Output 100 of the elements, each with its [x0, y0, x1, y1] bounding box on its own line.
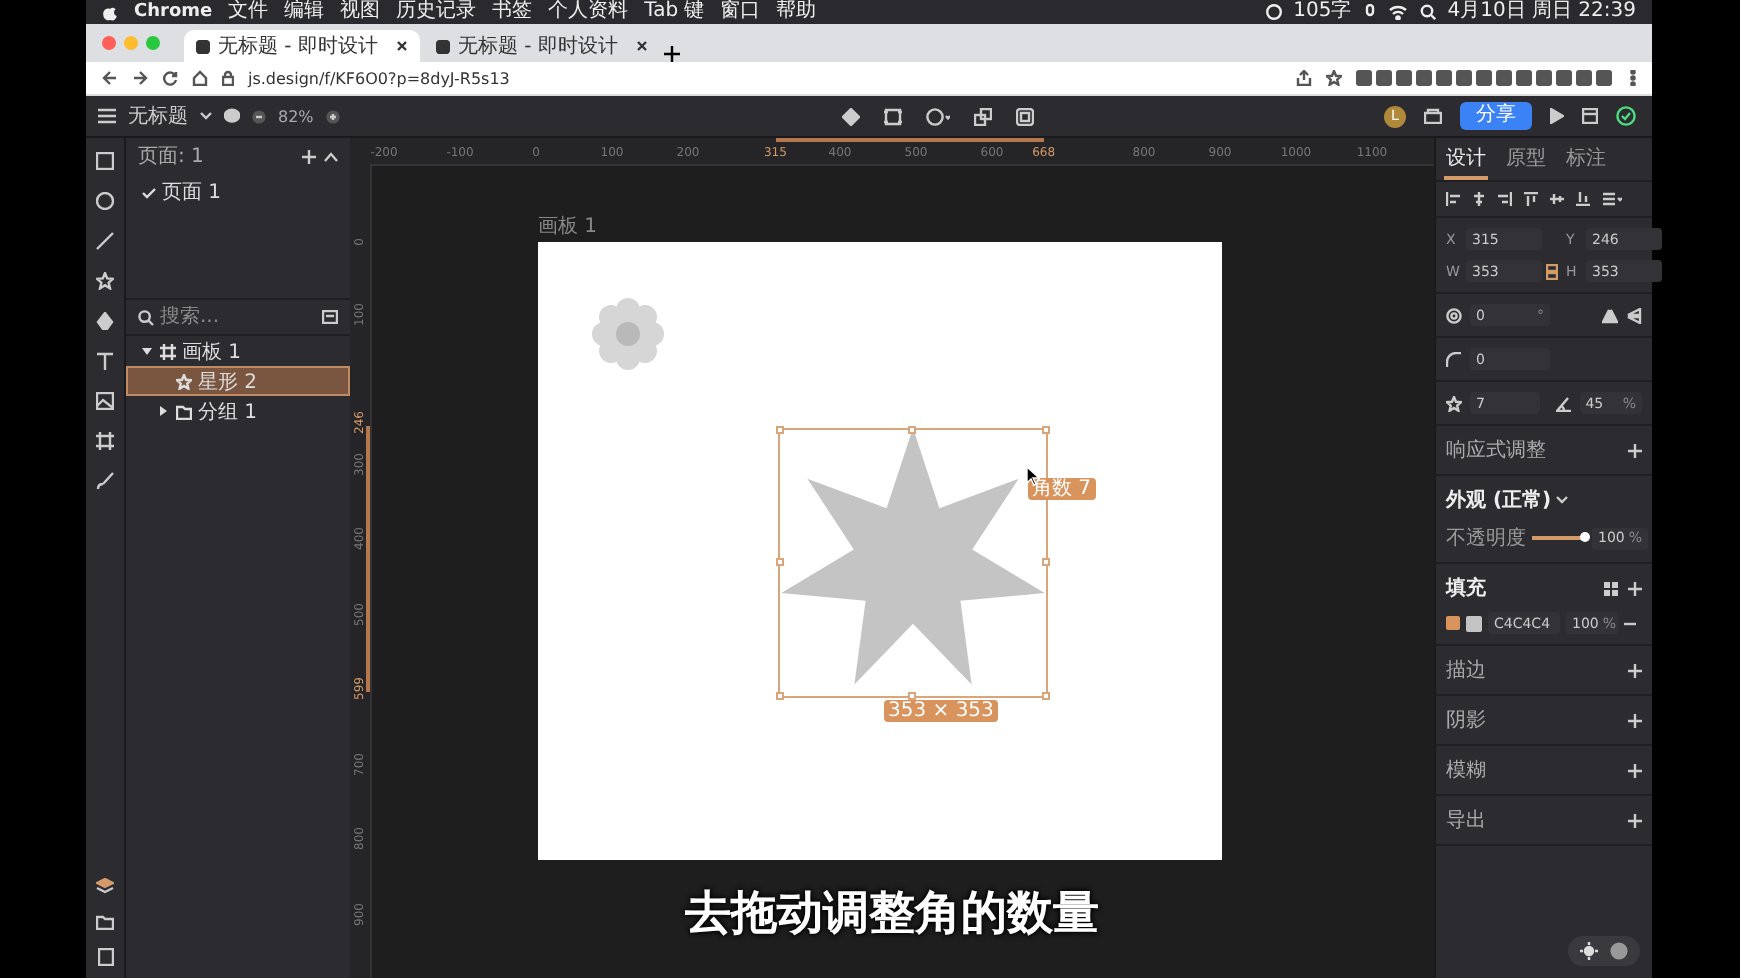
- align-bottom-icon[interactable]: [1576, 192, 1590, 206]
- section-title: 导出: [1446, 807, 1488, 834]
- flip-horizontal-icon[interactable]: [1602, 307, 1618, 323]
- add-page-icon[interactable]: [302, 149, 316, 163]
- layers-icon[interactable]: [96, 878, 114, 896]
- book-icon[interactable]: [97, 948, 113, 966]
- menu-item[interactable]: 帮助: [776, 0, 817, 24]
- video-subtitle: 去拖动调整角的数量: [685, 886, 1099, 944]
- share-page-icon[interactable]: [1296, 70, 1312, 86]
- chevron-down-icon[interactable]: [200, 112, 212, 120]
- component-icon[interactable]: [841, 107, 859, 125]
- plus-icon[interactable]: [1628, 763, 1642, 777]
- inspector-tab[interactable]: 设计: [1444, 142, 1488, 180]
- microphone-icon[interactable]: [1363, 4, 1376, 20]
- align-middle-icon[interactable]: [1550, 192, 1564, 206]
- menu-item[interactable]: 编辑: [284, 0, 325, 24]
- close-icon[interactable]: [396, 40, 408, 52]
- play-icon[interactable]: [1550, 108, 1564, 124]
- comment-icon[interactable]: [224, 108, 240, 124]
- apple-icon[interactable]: [102, 3, 118, 21]
- menu-item[interactable]: 个人资料: [548, 0, 629, 24]
- search-icon[interactable]: [138, 309, 154, 325]
- corner-radius-icon[interactable]: [1446, 351, 1462, 367]
- share-button[interactable]: 分享: [1460, 102, 1532, 130]
- brush-tool-icon[interactable]: [96, 472, 114, 490]
- mask-icon[interactable]: [925, 107, 949, 125]
- reload-icon[interactable]: [162, 70, 178, 86]
- layer-item[interactable]: 分组 1: [126, 396, 350, 426]
- layer-search-field[interactable]: 搜索...: [160, 306, 316, 328]
- expanded-caret-icon[interactable]: [140, 344, 154, 358]
- library-icon[interactable]: [1424, 108, 1442, 124]
- new-tab-icon[interactable]: [664, 46, 680, 62]
- distribute-icon[interactable]: [1602, 192, 1622, 206]
- zoom-in-icon[interactable]: [325, 109, 340, 123]
- align-left-icon[interactable]: [1446, 192, 1460, 206]
- style-grid-icon[interactable]: [1604, 581, 1618, 595]
- angle-icon[interactable]: [1555, 395, 1572, 411]
- layer-item[interactable]: 画板 1: [126, 336, 350, 366]
- filter-icon[interactable]: [322, 310, 338, 324]
- plus-icon[interactable]: [1628, 713, 1642, 727]
- home-icon[interactable]: [192, 70, 208, 86]
- fill-checkbox[interactable]: [1446, 616, 1460, 630]
- frame-select-icon[interactable]: [883, 107, 901, 125]
- folder-icon[interactable]: [96, 914, 114, 930]
- color-swatch[interactable]: [1466, 615, 1482, 631]
- kebab-menu-icon[interactable]: [1630, 70, 1636, 86]
- frame-icon: [160, 343, 176, 359]
- menu-item[interactable]: 书签: [492, 0, 533, 24]
- menu-item[interactable]: 历史记录: [396, 0, 477, 24]
- bookmark-star-icon[interactable]: [1326, 70, 1342, 86]
- back-icon[interactable]: [102, 70, 118, 86]
- sun-icon[interactable]: [1580, 942, 1598, 960]
- menu-icon[interactable]: [98, 108, 116, 124]
- zoom-out-icon[interactable]: [252, 109, 266, 123]
- page-item[interactable]: 页面 1: [126, 174, 350, 210]
- link-icon[interactable]: [1546, 263, 1558, 279]
- pen-tool-icon[interactable]: [96, 312, 114, 330]
- menu-app-name[interactable]: Chrome: [134, 0, 213, 24]
- frame-tool-icon[interactable]: [96, 432, 114, 450]
- flip-vertical-icon[interactable]: [1626, 307, 1642, 323]
- close-icon[interactable]: [636, 40, 648, 52]
- align-top-icon[interactable]: [1524, 192, 1538, 206]
- text-tool-icon[interactable]: [96, 352, 114, 370]
- lock-icon: [222, 70, 234, 86]
- plus-icon[interactable]: [1628, 581, 1642, 595]
- layout-icon[interactable]: [1582, 108, 1598, 124]
- ellipse-tool-icon[interactable]: [96, 192, 114, 210]
- inspector-tab[interactable]: 标注: [1564, 142, 1608, 180]
- menu-item[interactable]: 视图: [340, 0, 381, 24]
- collapse-icon[interactable]: [324, 151, 338, 161]
- layer-item[interactable]: 星形 2: [126, 366, 350, 396]
- check-circle-icon[interactable]: [1616, 106, 1636, 126]
- file-name[interactable]: 无标题: [128, 102, 188, 130]
- align-center-icon[interactable]: [1472, 192, 1486, 206]
- rotation-icon[interactable]: [1446, 307, 1462, 323]
- chevron-down-icon[interactable]: [1555, 496, 1568, 504]
- crop-icon[interactable]: [1015, 107, 1033, 125]
- section-title[interactable]: 外观 (正常): [1446, 486, 1552, 514]
- image-tool-icon[interactable]: [96, 392, 114, 410]
- star-points-icon[interactable]: [1446, 395, 1462, 411]
- forward-icon[interactable]: [132, 70, 148, 86]
- boolean-icon[interactable]: [973, 107, 991, 125]
- menu-item[interactable]: Tab 键: [644, 0, 705, 24]
- browser-tab[interactable]: 无标题 - 即时设计: [184, 30, 420, 62]
- menubar-clock[interactable]: 4月10日 周日 22:39: [1447, 0, 1636, 24]
- line-tool-icon[interactable]: [96, 232, 114, 250]
- extensions-drawing[interactable]: [1356, 70, 1616, 86]
- browser-tab[interactable]: 无标题 - 即时设计: [424, 30, 660, 62]
- zoom-level[interactable]: 82%: [278, 107, 314, 125]
- wifi-icon[interactable]: [1387, 4, 1408, 20]
- status-icon[interactable]: [1265, 4, 1282, 20]
- artboard-title[interactable]: 画板 1: [538, 216, 598, 240]
- collapsed-caret-icon[interactable]: [156, 404, 170, 418]
- plus-icon[interactable]: [1628, 813, 1642, 827]
- rectangle-tool-icon[interactable]: [96, 152, 114, 170]
- star-tool-icon[interactable]: [96, 272, 114, 290]
- plus-icon[interactable]: [1628, 443, 1642, 457]
- align-right-icon[interactable]: [1498, 192, 1512, 206]
- inspector-tab[interactable]: 原型: [1504, 142, 1548, 180]
- plus-icon[interactable]: [1628, 663, 1642, 677]
